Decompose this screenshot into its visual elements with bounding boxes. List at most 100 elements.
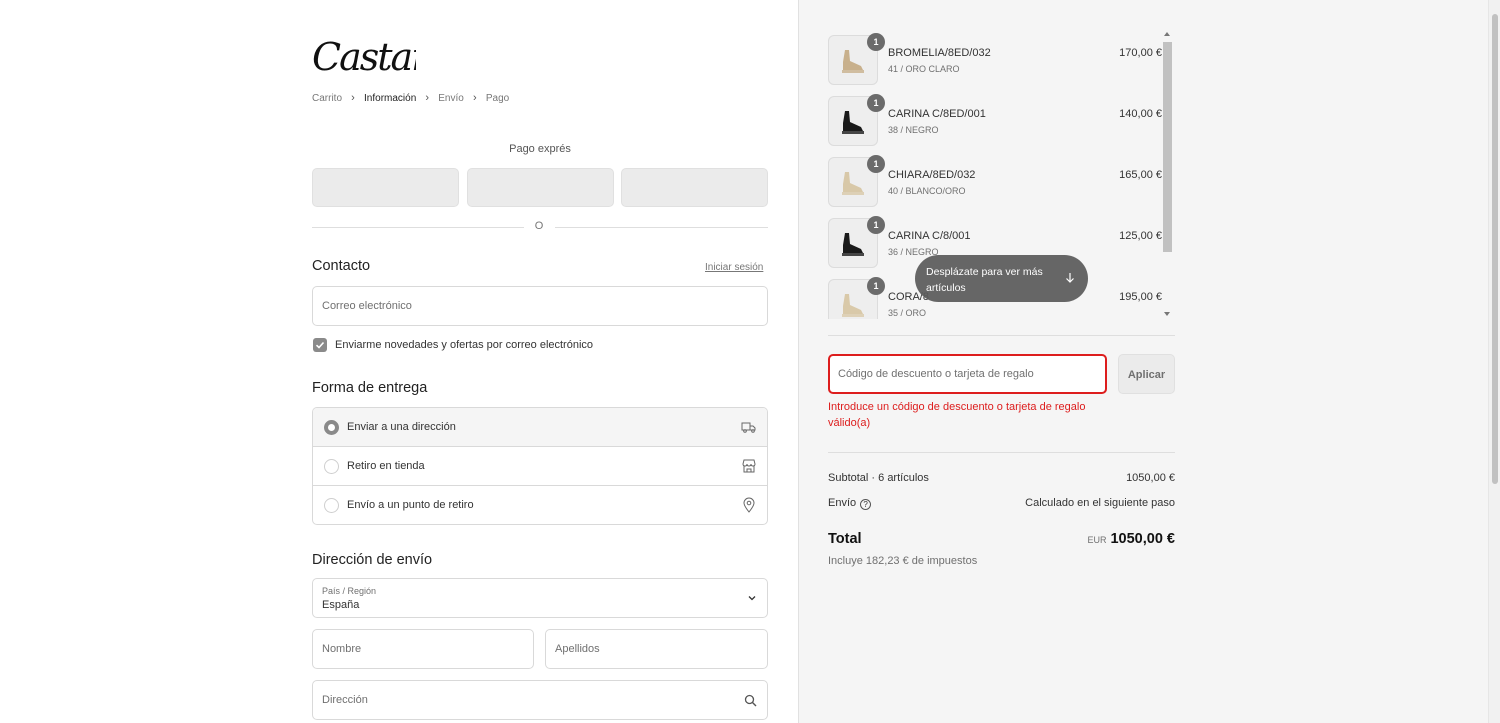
- shoe-icon: [842, 294, 864, 317]
- arrow-down-icon: [1066, 273, 1074, 283]
- scroll-hint-pill[interactable]: Desplázate para ver más artículos: [915, 255, 1088, 302]
- product-variant: 41 / ORO CLARO: [888, 64, 960, 74]
- cart-item: 1 CHIARA/8ED/032 40 / BLANCO/ORO 165,00 €: [828, 154, 1162, 207]
- shoe-icon: [842, 50, 864, 73]
- express-pay-button-3[interactable]: [621, 168, 768, 207]
- product-thumbnail: 1: [828, 94, 885, 146]
- address-field[interactable]: Dirección: [312, 680, 768, 720]
- product-name: CHIARA/8ED/032: [888, 169, 976, 181]
- country-value: España: [322, 599, 360, 611]
- product-variant: 38 / NEGRO: [888, 125, 939, 135]
- radio-selected[interactable]: [324, 420, 339, 435]
- shipping-value: Calculado en el siguiente paso: [1025, 497, 1175, 509]
- cart-item: 1 BROMELIA/8ED/032 41 / ORO CLARO 170,00 €: [828, 32, 1162, 85]
- radio-unselected[interactable]: [324, 459, 339, 474]
- divider-or-text: O: [534, 220, 544, 232]
- quantity-badge: 1: [867, 216, 885, 234]
- product-name: BROMELIA/8ED/032: [888, 47, 991, 59]
- product-thumbnail: 1: [828, 277, 885, 319]
- help-circle-icon[interactable]: ?: [860, 499, 872, 510]
- email-field[interactable]: Correo electrónico: [312, 286, 768, 326]
- newsletter-checkbox[interactable]: [313, 338, 327, 352]
- store-icon: [742, 459, 756, 473]
- svg-text:Castañer: Castañer: [312, 35, 416, 78]
- total-amount: EUR 1050,00 €: [1087, 531, 1175, 547]
- delivery-options: Enviar a una dirección Retiro en tienda …: [312, 407, 768, 525]
- truck-icon: [741, 422, 756, 433]
- breadcrumb-payment: Pago: [485, 92, 510, 104]
- radio-unselected[interactable]: [324, 498, 339, 513]
- delivery-heading: Forma de entrega: [312, 380, 428, 396]
- castaner-logo[interactable]: Castañer: [312, 28, 416, 78]
- product-price: 125,00 €: [1119, 230, 1162, 242]
- chevron-right-icon: ›: [351, 92, 355, 104]
- product-thumbnail: 1: [828, 33, 885, 85]
- quantity-badge: 1: [867, 33, 885, 51]
- express-pay-button-1[interactable]: [312, 168, 459, 207]
- discount-error-message: Introduce un código de descuento o tarje…: [828, 401, 1086, 429]
- summary-divider: [828, 452, 1175, 453]
- scroll-down-arrow[interactable]: [1164, 312, 1170, 316]
- cart-items-scrollbar[interactable]: [1163, 32, 1173, 319]
- page-scrollbar[interactable]: [1488, 0, 1500, 723]
- product-variant: 40 / BLANCO/ORO: [888, 186, 966, 196]
- checkmark-icon: [315, 341, 325, 349]
- express-checkout-title: Pago exprés: [509, 143, 571, 155]
- product-thumbnail: 1: [828, 216, 885, 268]
- divider-left: [312, 227, 524, 228]
- chevron-right-icon: ›: [425, 92, 430, 104]
- summary-divider: [828, 335, 1175, 336]
- scroll-thumb[interactable]: [1163, 42, 1172, 252]
- shoe-icon: [842, 111, 864, 134]
- subtotal-label: Subtotal · 6 artículos: [828, 472, 929, 484]
- location-pin-icon: [743, 497, 755, 513]
- first-name-placeholder: Nombre: [322, 643, 362, 655]
- checkout-form-panel: Castañer Carrito › Información › Envío ›…: [0, 0, 798, 723]
- product-variant: 35 / ORO: [888, 308, 927, 318]
- newsletter-label: Enviarme novedades y ofertas por correo …: [335, 339, 594, 351]
- email-placeholder: Correo electrónico: [322, 300, 412, 312]
- subtotal-value: 1050,00 €: [1126, 472, 1175, 484]
- last-name-field[interactable]: Apellidos: [545, 629, 768, 669]
- quantity-badge: 1: [867, 94, 885, 112]
- discount-placeholder: Código de descuento o tarjeta de regalo: [838, 368, 1034, 380]
- country-select[interactable]: País / Región España: [312, 578, 768, 618]
- divider-right: [555, 227, 768, 228]
- delivery-option-pickup-store[interactable]: Retiro en tienda: [313, 447, 767, 486]
- apply-discount-button[interactable]: Aplicar: [1118, 354, 1175, 394]
- total-value: 1050,00 €: [1110, 531, 1175, 547]
- product-price: 195,00 €: [1119, 291, 1162, 303]
- breadcrumb-cart[interactable]: Carrito: [312, 93, 342, 104]
- delivery-option-label: Enviar a una dirección: [347, 421, 456, 433]
- scroll-up-arrow[interactable]: [1164, 32, 1170, 36]
- tax-note: Incluye 182,23 € de impuestos: [828, 555, 978, 567]
- product-price: 170,00 €: [1119, 47, 1162, 59]
- chevron-right-icon: ›: [473, 92, 477, 104]
- scroll-hint-text: Desplázate para ver más artículos: [926, 266, 1043, 294]
- product-thumbnail: 1: [828, 155, 885, 207]
- contact-heading: Contacto: [312, 258, 371, 274]
- currency-code: EUR: [1087, 535, 1107, 545]
- delivery-option-ship[interactable]: Enviar a una dirección: [313, 408, 767, 447]
- login-link[interactable]: Iniciar sesión: [705, 262, 763, 273]
- product-price: 140,00 €: [1119, 108, 1162, 120]
- address-placeholder: Dirección: [322, 694, 368, 706]
- first-name-field[interactable]: Nombre: [312, 629, 534, 669]
- cart-item: 1 CARINA C/8ED/001 38 / NEGRO 140,00 €: [828, 93, 1162, 146]
- last-name-placeholder: Apellidos: [555, 643, 600, 655]
- breadcrumb-information: Información: [364, 92, 417, 104]
- delivery-option-pickup-point[interactable]: Envío a un punto de retiro: [313, 486, 767, 524]
- country-label: País / Región: [322, 586, 377, 596]
- delivery-option-label: Envío a un punto de retiro: [347, 499, 474, 511]
- delivery-option-label: Retiro en tienda: [347, 460, 425, 472]
- express-pay-button-2[interactable]: [467, 168, 614, 207]
- quantity-badge: 1: [867, 155, 885, 173]
- breadcrumb-shipping: Envío: [438, 92, 464, 104]
- shipping-label: Envío: [828, 497, 857, 509]
- shoe-icon: [842, 233, 864, 256]
- discount-code-field[interactable]: Código de descuento o tarjeta de regalo: [828, 354, 1107, 394]
- shipping-address-heading: Dirección de envío: [312, 552, 433, 568]
- page-scroll-thumb[interactable]: [1492, 14, 1498, 484]
- product-name: CARINA C/8/001: [888, 230, 971, 242]
- product-name: CARINA C/8ED/001: [888, 108, 986, 120]
